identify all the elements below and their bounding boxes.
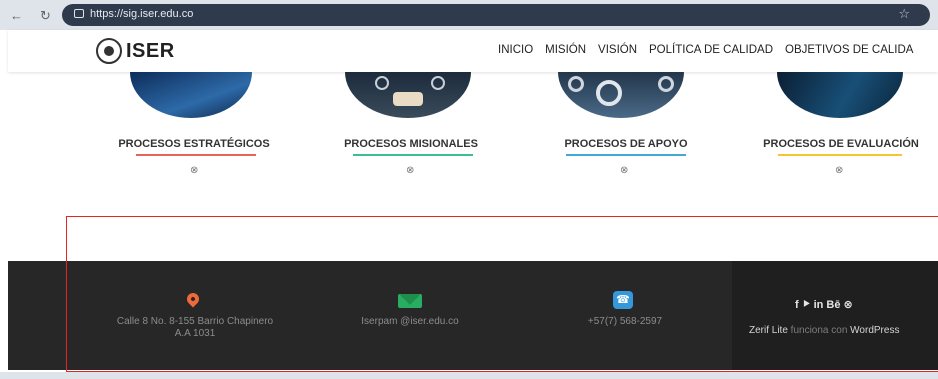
main-menu: INICIO MISIÓN VISIÓN POLÍTICA DE CALIDAD… [498,44,925,56]
process-image-evaluacion [777,72,903,118]
address-bar[interactable]: https://sig.iser.edu.co ☆ [62,4,930,26]
menu-item-objetivos[interactable]: OBJETIVOS DE CALIDA [785,44,913,56]
process-image-apoyo [558,72,684,118]
taskbar-strip [0,372,938,379]
highlight-box [66,216,938,372]
menu-item-inicio[interactable]: INICIO [498,44,533,56]
process-title-misionales[interactable]: PROCESOS MISIONALES [333,138,489,150]
underline-evaluacion [778,154,902,156]
process-title-estrategicos[interactable]: PROCESOS ESTRATÉGICOS [116,138,272,150]
dribbble-icon[interactable]: ⊗ [835,165,843,176]
menu-item-vision[interactable]: VISIÓN [598,44,637,56]
reload-icon[interactable]: ↻ [40,8,51,24]
url-text: https://sig.iser.edu.co [90,8,194,20]
dribbble-icon[interactable]: ⊗ [620,165,628,176]
dribbble-icon[interactable]: ⊗ [190,165,198,176]
underline-apoyo [566,154,686,156]
process-image-misionales [345,72,471,118]
dribbble-icon[interactable]: ⊗ [406,165,414,176]
browser-toolbar: ← ↻ https://sig.iser.edu.co ☆ [0,0,938,30]
star-icon[interactable]: ☆ [898,6,910,22]
logo-text: ISER [126,39,175,62]
back-arrow-icon[interactable]: ← [10,8,23,23]
underline-misionales [353,154,473,156]
menu-item-politica[interactable]: POLÍTICA DE CALIDAD [649,44,773,56]
menu-item-mision[interactable]: MISIÓN [545,44,586,56]
lock-icon [74,9,84,18]
site-logo[interactable]: ISER [96,37,175,65]
process-image-estrategicos [130,72,252,118]
process-title-apoyo[interactable]: PROCESOS DE APOYO [548,138,704,150]
site-header: ISER INICIO MISIÓN VISIÓN POLÍTICA DE CA… [8,30,938,72]
underline-estrategicos [136,154,256,156]
logo-emblem-icon [96,38,122,64]
process-title-evaluacion[interactable]: PROCESOS DE EVALUACIÓN [755,138,927,150]
